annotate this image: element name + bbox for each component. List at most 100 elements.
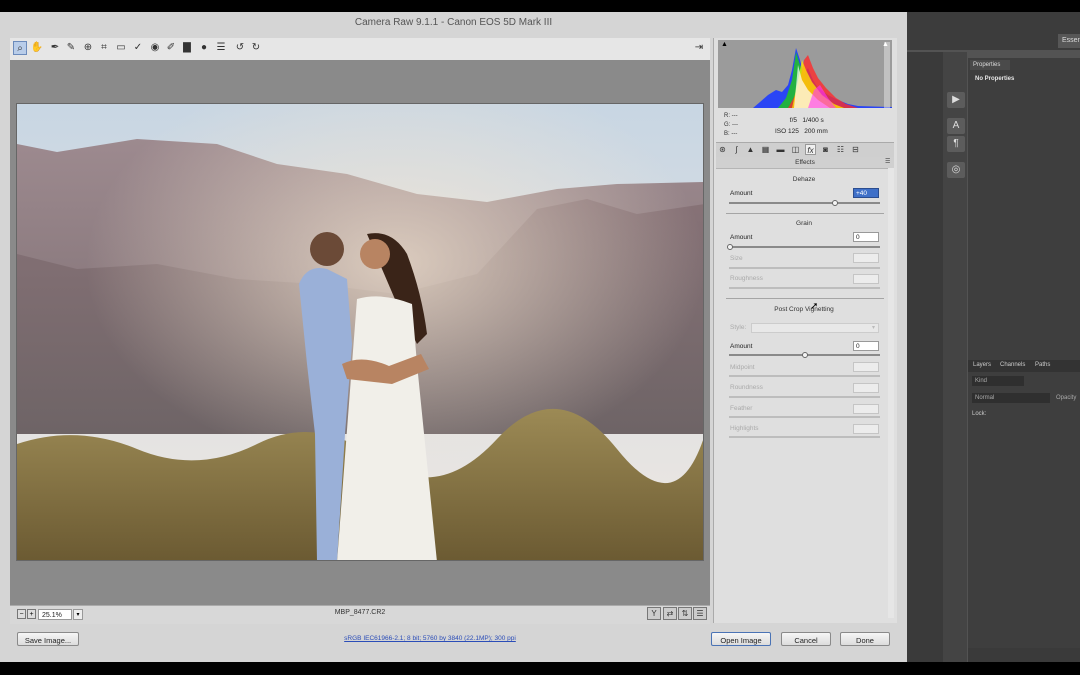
layers-footer [968,648,1080,662]
tab-tone-curve-icon[interactable]: ∫ [731,144,742,155]
vignette-feather-label: Feather [730,405,753,412]
tab-snapshots-icon[interactable]: ⊟ [850,144,861,155]
zoom-in-button[interactable]: + [27,609,36,619]
zoom-tool-icon[interactable]: ⌕ [13,41,27,55]
vignette-highlights-label: Highlights [730,425,759,432]
filename-label: MBP_8477.CR2 [334,609,386,616]
zoom-out-button[interactable]: − [17,609,26,619]
before-after-icon[interactable]: Y [647,607,661,620]
spot-removal-icon[interactable]: ✓ [131,41,145,55]
toggle-settings-icon[interactable]: ☰ [693,607,707,620]
tab-camera-calibration-icon[interactable]: ◙ [820,144,831,155]
grain-amount-label: Amount [730,234,753,241]
adjustment-brush-icon[interactable]: ✐ [164,41,178,55]
tab-hsl-icon[interactable]: ▦ [760,144,771,155]
divider [726,213,884,214]
vignette-roundness-slider [729,396,880,398]
vignette-slider-thumb[interactable] [802,352,808,358]
paragraph-icon[interactable]: ¶ [947,136,965,152]
panel-menu-icon[interactable]: ☰ [885,158,890,165]
photoshop-options-bar [907,12,1080,50]
vignette-section-title: Post Crop Vignetting [774,306,834,313]
photo-preview[interactable] [16,103,704,561]
cancel-button[interactable]: Cancel [781,632,831,646]
camera-info: f/5 1/400 s ISO 125 200 mm [775,117,828,135]
grain-section-title: Grain [796,220,812,227]
workflow-options-link[interactable]: sRGB IEC61966-2.1; 8 bit; 5760 by 3840 (… [250,635,610,642]
vignette-midpoint-field [853,362,879,372]
properties-empty-text: No Properties [975,76,1015,82]
white-balance-tool-icon[interactable]: ✒ [48,41,62,55]
preferences-icon[interactable]: ☰ [214,41,228,55]
tab-effects-icon[interactable]: fx [805,144,816,155]
tab-split-toning-icon[interactable]: ▬ [775,144,786,155]
vignette-amount-field[interactable]: 0 [853,341,879,351]
grain-size-slider [729,267,880,269]
targeted-adjustment-icon[interactable]: ⊕ [81,41,95,55]
dehaze-amount-slider[interactable] [729,202,880,204]
rotate-left-icon[interactable]: ↺ [233,41,247,55]
done-button[interactable]: Done [840,632,890,646]
radial-filter-icon[interactable]: ● [197,41,211,55]
opacity-label: Opacity [1056,395,1077,401]
tab-channels[interactable]: Channels [1000,362,1025,368]
red-eye-icon[interactable]: ◉ [148,41,162,55]
grain-amount-field[interactable]: 0 [853,232,879,242]
vignette-feather-field [853,404,879,414]
graduated-filter-icon[interactable]: ▇ [180,41,194,55]
grain-size-label: Size [730,255,743,262]
swap-settings-icon[interactable]: ⇄ [663,607,677,620]
hand-tool-icon[interactable]: ✋ [30,41,44,55]
open-image-button[interactable]: Open Image [711,632,771,646]
grain-roughness-field [853,274,879,284]
grain-roughness-slider [729,287,880,289]
rotate-right-icon[interactable]: ↻ [249,41,263,55]
tab-properties[interactable]: Properties [970,60,1010,70]
layer-filter-kind[interactable]: Kind [972,376,1024,386]
copy-settings-icon[interactable]: ⇅ [678,607,692,620]
character-icon[interactable]: A [947,118,965,134]
vignette-roundness-field [853,383,879,393]
chevron-down-icon[interactable]: ▾ [73,609,83,620]
grain-slider-thumb[interactable] [727,244,733,250]
grain-roughness-label: Roughness [730,275,763,282]
panel-scrollbar[interactable] [888,168,894,618]
tab-detail-icon[interactable]: ▲ [745,144,756,155]
fullscreen-icon[interactable]: ⇥ [692,41,706,55]
crop-tool-icon[interactable]: ⌗ [97,41,111,55]
panel-title: Effects [716,157,894,169]
rgb-readout: R: --- G: --- B: --- [724,113,739,137]
vignette-highlights-field [853,424,879,434]
shadow-clipping-icon[interactable]: ▲ [721,41,728,48]
tab-basic-icon[interactable]: ⊛ [717,144,728,155]
highlight-clipping-icon[interactable]: ▲ [882,41,889,48]
3d-icon[interactable]: ◎ [947,162,965,178]
vignette-amount-label: Amount [730,343,753,350]
divider [726,298,884,299]
vignette-style-label: Style: [730,324,747,331]
vignette-style-select[interactable]: ▾ [751,323,879,333]
zoom-level-field[interactable]: 25.1% [38,609,72,620]
dehaze-amount-field[interactable]: +40 [853,188,879,198]
vignette-midpoint-slider [729,375,880,377]
tab-presets-icon[interactable]: ☷ [835,144,846,155]
play-icon[interactable]: ▶ [947,92,965,108]
dialog-title: Camera Raw 9.1.1 - Canon EOS 5D Mark III [354,17,553,28]
grain-amount-slider[interactable] [729,246,880,248]
tab-layers[interactable]: Layers [973,362,991,368]
save-image-button[interactable]: Save Image... [17,632,79,646]
histogram [718,40,892,108]
color-sampler-icon[interactable]: ✎ [64,41,78,55]
mouse-cursor-icon: ➚ [810,301,819,312]
dehaze-section-title: Dehaze [792,176,816,183]
vignette-highlights-slider [729,436,880,438]
tab-lens-corrections-icon[interactable]: ◫ [790,144,801,155]
grain-size-field [853,253,879,263]
blend-mode-select[interactable]: Normal [972,393,1050,403]
tab-paths[interactable]: Paths [1035,362,1050,368]
dehaze-slider-thumb[interactable] [831,200,838,206]
workspace-essentials-button[interactable]: Essen [1058,34,1080,48]
lock-label: Lock: [972,411,987,417]
dehaze-amount-label: Amount [730,190,753,197]
straighten-tool-icon[interactable]: ▭ [114,41,128,55]
